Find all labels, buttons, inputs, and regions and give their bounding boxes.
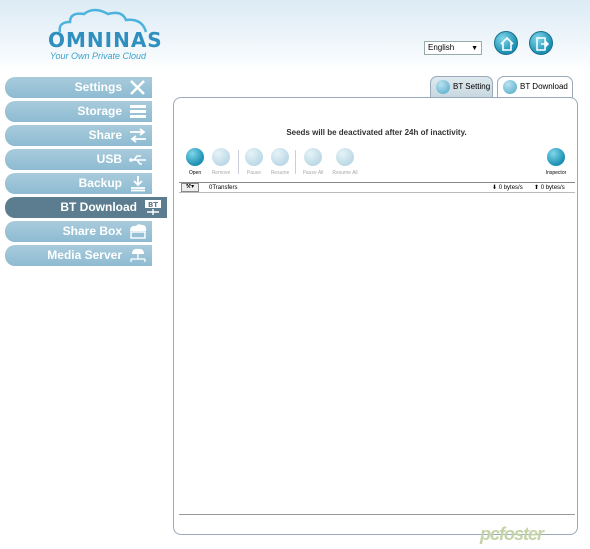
sidebar-item-label: Share Box (62, 224, 122, 238)
pause-all-icon (304, 148, 322, 166)
transfers-count: 0Transfers (209, 185, 238, 191)
pause-icon (245, 148, 263, 166)
language-select[interactable]: English ▼ (424, 41, 482, 55)
tab-bt-setting[interactable]: BT Setting (430, 76, 493, 98)
sidebar-item-label: USB (96, 152, 122, 166)
bt-download-panel: Seeds will be deactivated after 24h of i… (173, 97, 578, 535)
sidebar-item-bt-download[interactable]: BT Download BT (5, 197, 167, 218)
sidebar-item-label: Settings (74, 80, 122, 94)
share-box-icon (130, 224, 147, 239)
logo-tagline: Your Own Private Cloud (50, 51, 147, 61)
upload-rate: ⬆ 0 bytes/s (534, 183, 565, 193)
tab-label: BT Download (520, 82, 568, 91)
tools-icon (130, 80, 145, 95)
remove-button[interactable]: Remove (206, 148, 236, 176)
settings-menu-button[interactable]: ⚒▾ (181, 183, 199, 192)
home-icon (500, 36, 514, 51)
chevron-down-icon: ▼ (471, 45, 478, 52)
download-arrow-icon: ⬇ (492, 185, 498, 191)
sidebar-item-media-server[interactable]: Media Server (5, 245, 152, 266)
sidebar-item-label: Backup (78, 176, 122, 190)
sidebar-item-share[interactable]: Share (5, 125, 152, 146)
logo-text: OMNINAS (48, 28, 163, 52)
resume-all-button[interactable]: Resume All (330, 148, 360, 176)
sidebar-item-usb[interactable]: USB (5, 149, 152, 170)
sidebar-item-label: Media Server (47, 248, 122, 262)
wrench-icon: ⚒▾ (185, 184, 195, 190)
inspector-button[interactable]: Inspector (541, 148, 571, 176)
toolbar-divider (295, 150, 296, 174)
watermark: pcfoster (480, 524, 544, 544)
upload-rate-value: 0 bytes/s (540, 185, 565, 191)
resume-all-icon (336, 148, 354, 166)
svg-text:BT: BT (148, 201, 158, 209)
pause-all-label: Pause All (302, 170, 324, 176)
remove-label: Remove (211, 170, 231, 176)
inactivity-notice: Seeds will be deactivated after 24h of i… (286, 128, 467, 137)
media-server-icon (130, 248, 146, 262)
resume-icon (271, 148, 289, 166)
sidebar-item-label: BT Download (60, 200, 137, 214)
sidebar-item-storage[interactable]: Storage (5, 101, 152, 122)
tab-label: BT Setting (453, 82, 491, 91)
tab-bt-download[interactable]: BT Download (497, 76, 573, 98)
download-rate-value: 0 bytes/s (498, 185, 523, 191)
omninas-logo[interactable]: OMNINAS Your Own Private Cloud (48, 8, 162, 61)
backup-icon (131, 176, 145, 192)
bt-download-icon: BT (145, 200, 161, 215)
header: OMNINAS Your Own Private Cloud English ▼ (0, 0, 590, 72)
sidebar-item-settings[interactable]: Settings (5, 77, 152, 98)
globe-icon (436, 80, 450, 94)
pause-all-button[interactable]: Pause All (298, 148, 328, 176)
logout-button[interactable] (529, 31, 553, 55)
sidebar-item-label: Share (88, 128, 122, 142)
inspector-label: Inspector (545, 170, 567, 176)
sidebar-nav: Settings Storage Share USB Backup BT Dow… (5, 77, 167, 269)
share-arrows-icon (130, 128, 146, 143)
remove-icon (212, 148, 230, 166)
resume-all-label: Resume All (332, 170, 358, 176)
usb-icon (129, 155, 146, 165)
resume-button[interactable]: Resume (265, 148, 295, 176)
globe-icon (503, 80, 517, 94)
home-button[interactable] (494, 31, 518, 55)
storage-icon (130, 105, 146, 118)
info-icon (547, 148, 565, 166)
sidebar-item-backup[interactable]: Backup (5, 173, 152, 194)
resume-label: Resume (270, 170, 290, 176)
sidebar-item-label: Storage (77, 104, 122, 118)
transfer-status-bar: ⚒▾ 0Transfers ⬇ 0 bytes/s ⬆ 0 bytes/s (179, 182, 575, 193)
upload-arrow-icon: ⬆ (534, 185, 540, 191)
sidebar-item-share-box[interactable]: Share Box (5, 221, 152, 242)
transfer-toolbar: Open Remove Pause Resume Pause All Resum… (174, 148, 579, 182)
logout-icon (536, 37, 550, 51)
open-folder-icon (186, 148, 204, 166)
panel-footer-divider (179, 514, 575, 515)
download-rate: ⬇ 0 bytes/s (492, 183, 523, 193)
language-select-value: English (428, 43, 455, 52)
